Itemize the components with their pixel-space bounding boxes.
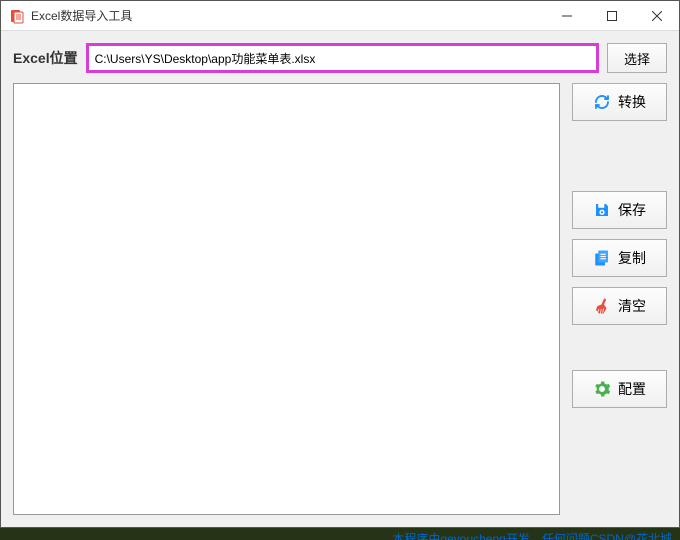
copy-button-label: 复制 [618,248,646,268]
broom-icon [593,297,611,315]
spacer [572,335,667,360]
main-row: 转换 保存 [13,83,667,515]
minimize-button[interactable] [544,1,589,30]
config-button-label: 配置 [618,379,646,399]
footer-text: 本程序由geyoucheng开发，任何问题CSDN@花北城 [0,528,680,540]
save-button-label: 保存 [618,200,646,220]
window-controls [544,1,679,30]
content-area: Excel位置 选择 [1,31,679,527]
titlebar: Excel数据导入工具 [1,1,679,31]
close-button[interactable] [634,1,679,30]
app-icon [9,8,25,24]
gear-icon [593,380,611,398]
convert-button-label: 转换 [618,92,646,112]
select-button[interactable]: 选择 [607,43,667,73]
app-window: Excel数据导入工具 Excel位置 选择 [0,0,680,528]
clear-button-label: 清空 [618,296,646,316]
path-row: Excel位置 选择 [13,43,667,73]
output-textarea[interactable] [13,83,560,515]
refresh-icon [593,93,611,111]
clear-button[interactable]: 清空 [572,287,667,325]
window-title: Excel数据导入工具 [31,7,544,24]
select-button-label: 选择 [624,49,650,68]
copy-icon [593,249,611,267]
save-icon [593,201,611,219]
spacer [572,131,667,181]
side-buttons: 转换 保存 [572,83,667,515]
config-button[interactable]: 配置 [572,370,667,408]
maximize-button[interactable] [589,1,634,30]
path-input[interactable] [91,48,594,68]
save-button[interactable]: 保存 [572,191,667,229]
convert-button[interactable]: 转换 [572,83,667,121]
copy-button[interactable]: 复制 [572,239,667,277]
path-input-highlight [86,43,599,73]
path-label: Excel位置 [13,48,78,68]
